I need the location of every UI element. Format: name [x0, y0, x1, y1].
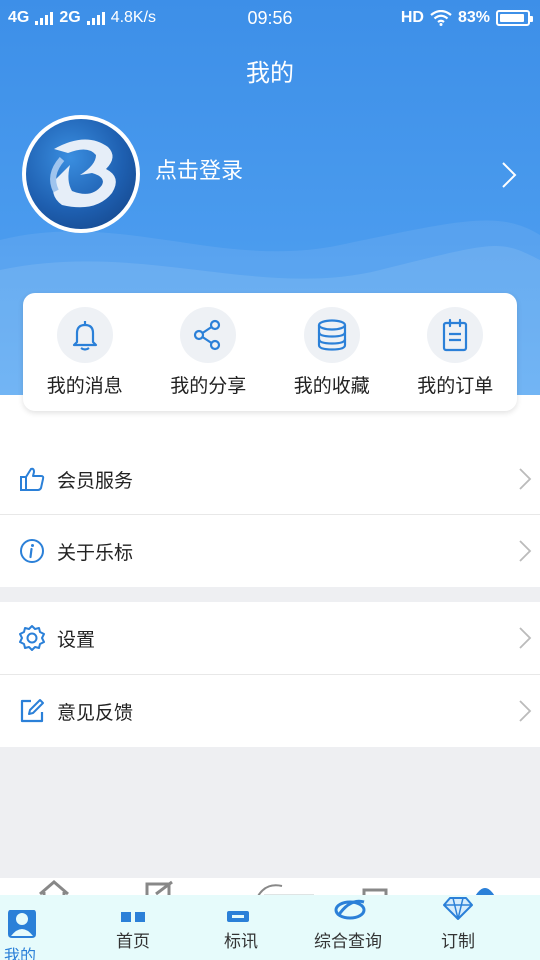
info-icon: [18, 537, 46, 565]
quick-action-label: 我的分享: [170, 376, 247, 397]
quick-action-label: 我的订单: [417, 376, 494, 397]
status-right: HD 83%: [400, 9, 533, 27]
hd-label: HD: [400, 9, 424, 26]
chevron-right-icon: [519, 468, 532, 490]
quick-action-favorites[interactable]: 我的收藏: [270, 293, 394, 411]
quick-action-label: 我的消息: [46, 376, 123, 397]
chevron-right-icon[interactable]: [500, 160, 518, 190]
app-logo-icon: [26, 119, 136, 229]
status-bar: 4G 2G 4.8K/s 09:56 HD 83%: [0, 0, 540, 36]
menu-item-about[interactable]: 关于乐标: [0, 515, 540, 587]
menu-item-feedback[interactable]: 意见反馈: [0, 675, 540, 747]
chevron-right-icon: [519, 627, 532, 649]
quick-actions-card: 我的消息 我的分享 我的收藏 我的订单: [23, 293, 517, 411]
menu-label: 设置: [57, 629, 96, 651]
edit-icon: [18, 697, 46, 725]
clipboard-icon: [427, 307, 484, 363]
diamond-icon: [443, 897, 473, 920]
menu-label: 关于乐标: [57, 542, 134, 564]
share-icon: [180, 307, 237, 363]
database-icon: [303, 307, 360, 363]
quick-action-messages[interactable]: 我的消息: [23, 293, 147, 411]
menu-item-member-service[interactable]: 会员服务: [0, 443, 540, 515]
menu-label: 意见反馈: [57, 702, 134, 724]
tab-search[interactable]: 综合查询: [314, 927, 382, 952]
user-icon[interactable]: [6, 908, 38, 938]
chevron-right-icon: [519, 540, 532, 562]
avatar[interactable]: [22, 115, 140, 233]
chevron-right-icon: [519, 700, 532, 722]
tab-news[interactable]: 标讯: [224, 927, 258, 952]
quick-action-shares[interactable]: 我的分享: [147, 293, 271, 411]
login-link[interactable]: 点击登录: [155, 153, 243, 185]
gear-icon: [18, 624, 46, 652]
wifi-icon: [430, 10, 452, 26]
quick-action-label: 我的收藏: [293, 376, 370, 397]
bell-icon: [56, 307, 113, 363]
tab-custom[interactable]: 订制: [441, 927, 475, 952]
menu-item-settings[interactable]: 设置: [0, 602, 540, 674]
news-icon: [227, 911, 249, 922]
thumbs-up-icon: [18, 465, 46, 493]
menu-label: 会员服务: [57, 470, 134, 492]
quick-action-orders[interactable]: 我的订单: [394, 293, 518, 411]
tab-mine[interactable]: 我的: [4, 942, 36, 960]
battery-percent: 83%: [457, 9, 490, 26]
page-title: 我的: [246, 60, 294, 87]
search-globe-icon: [334, 899, 366, 920]
tab-home[interactable]: 首页: [116, 927, 150, 952]
grid-icon: [121, 912, 145, 922]
battery-icon: [496, 10, 533, 26]
